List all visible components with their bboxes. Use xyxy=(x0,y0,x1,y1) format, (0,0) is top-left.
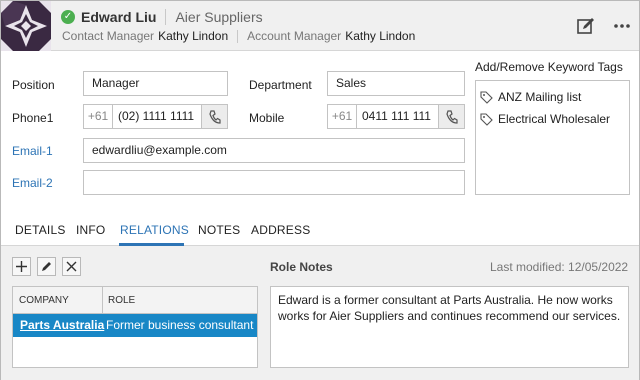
phone1-field[interactable]: +61 (02) 1111 1111 xyxy=(83,104,228,129)
tab-relations[interactable]: RELATIONS xyxy=(120,223,189,237)
tab-info[interactable]: INFO xyxy=(76,223,105,237)
mobile-call-icon[interactable] xyxy=(438,105,464,128)
tag-item[interactable]: ANZ Mailing list xyxy=(480,88,581,106)
position-input[interactable]: Manager xyxy=(83,71,228,96)
mobile-input[interactable]: 0411 111 111 xyxy=(357,105,438,128)
position-label: Position xyxy=(12,78,55,92)
contact-manager-label: Contact Manager xyxy=(62,29,155,43)
sub-divider xyxy=(237,29,239,43)
tab-notes[interactable]: NOTES xyxy=(198,223,240,237)
keyword-tags-title[interactable]: Add/Remove Keyword Tags xyxy=(475,60,623,74)
add-icon xyxy=(16,261,27,272)
mobile-country-code[interactable]: +61 xyxy=(328,105,357,128)
account-manager-value: Kathy Lindon xyxy=(345,29,416,43)
relation-company-link[interactable]: Parts Australia xyxy=(20,318,104,332)
title-divider xyxy=(165,9,167,25)
company-name: Aier Suppliers xyxy=(175,9,263,25)
email2-label[interactable]: Email-2 xyxy=(12,176,53,190)
contact-name: Edward Liu xyxy=(81,9,157,25)
contact-header: ✓ Edward Liu Aier Suppliers Contact Mana… xyxy=(1,1,639,51)
last-modified: Last modified: 12/05/2022 xyxy=(490,260,629,274)
avatar xyxy=(1,1,51,51)
tag-item[interactable]: Electrical Wholesaler xyxy=(480,110,610,128)
table-header: COMPANY ROLE xyxy=(13,287,257,314)
verified-check-icon: ✓ xyxy=(61,10,75,24)
delete-icon xyxy=(66,261,77,272)
email2-input[interactable] xyxy=(83,170,465,195)
add-relation-button[interactable] xyxy=(12,257,31,276)
column-header-company[interactable]: COMPANY xyxy=(19,295,69,306)
account-manager-label: Account Manager xyxy=(247,29,342,43)
keyword-tags-list[interactable]: ANZ Mailing list Electrical Wholesaler xyxy=(475,80,630,195)
edit-icon xyxy=(42,262,51,271)
phone1-label: Phone1 xyxy=(12,111,54,125)
contact-window: ✓ Edward Liu Aier Suppliers Contact Mana… xyxy=(0,0,640,380)
tab-bar: DETAILS INFO RELATIONS NOTES ADDRESS xyxy=(1,215,639,246)
role-notes-title: Role Notes xyxy=(270,260,333,274)
more-options-icon[interactable] xyxy=(611,15,633,37)
tab-details[interactable]: DETAILS xyxy=(15,223,66,237)
tab-address[interactable]: ADDRESS xyxy=(251,223,310,237)
department-input[interactable]: Sales xyxy=(327,71,465,96)
edit-relation-button[interactable] xyxy=(37,257,56,276)
tag-label: ANZ Mailing list xyxy=(498,90,582,104)
phone1-country-code[interactable]: +61 xyxy=(84,105,113,128)
tag-label: Electrical Wholesaler xyxy=(498,112,611,126)
email1-input[interactable]: edwardliu@example.com xyxy=(83,138,465,163)
mobile-field[interactable]: +61 0411 111 111 xyxy=(327,104,465,129)
role-notes-textarea[interactable]: Edward is a former consultant at Parts A… xyxy=(270,286,629,368)
relations-table: COMPANY ROLE Parts Australia Former busi… xyxy=(12,286,258,368)
department-label: Department xyxy=(249,78,312,92)
delete-relation-button[interactable] xyxy=(62,257,81,276)
tag-icon xyxy=(480,90,493,104)
tag-icon xyxy=(480,112,493,126)
contact-manager-value: Kathy Lindon xyxy=(158,29,229,43)
edit-contact-icon[interactable] xyxy=(575,15,597,37)
phone1-call-icon[interactable] xyxy=(201,105,227,128)
mobile-label: Mobile xyxy=(249,111,285,125)
phone1-input[interactable]: (02) 1111 1111 xyxy=(113,105,201,128)
email1-label[interactable]: Email-1 xyxy=(12,144,53,158)
column-header-role[interactable]: ROLE xyxy=(108,295,135,306)
column-divider xyxy=(102,287,103,313)
table-row[interactable]: Parts Australia Former business consulta… xyxy=(13,314,257,337)
relation-role: Former business consultant xyxy=(106,318,254,332)
